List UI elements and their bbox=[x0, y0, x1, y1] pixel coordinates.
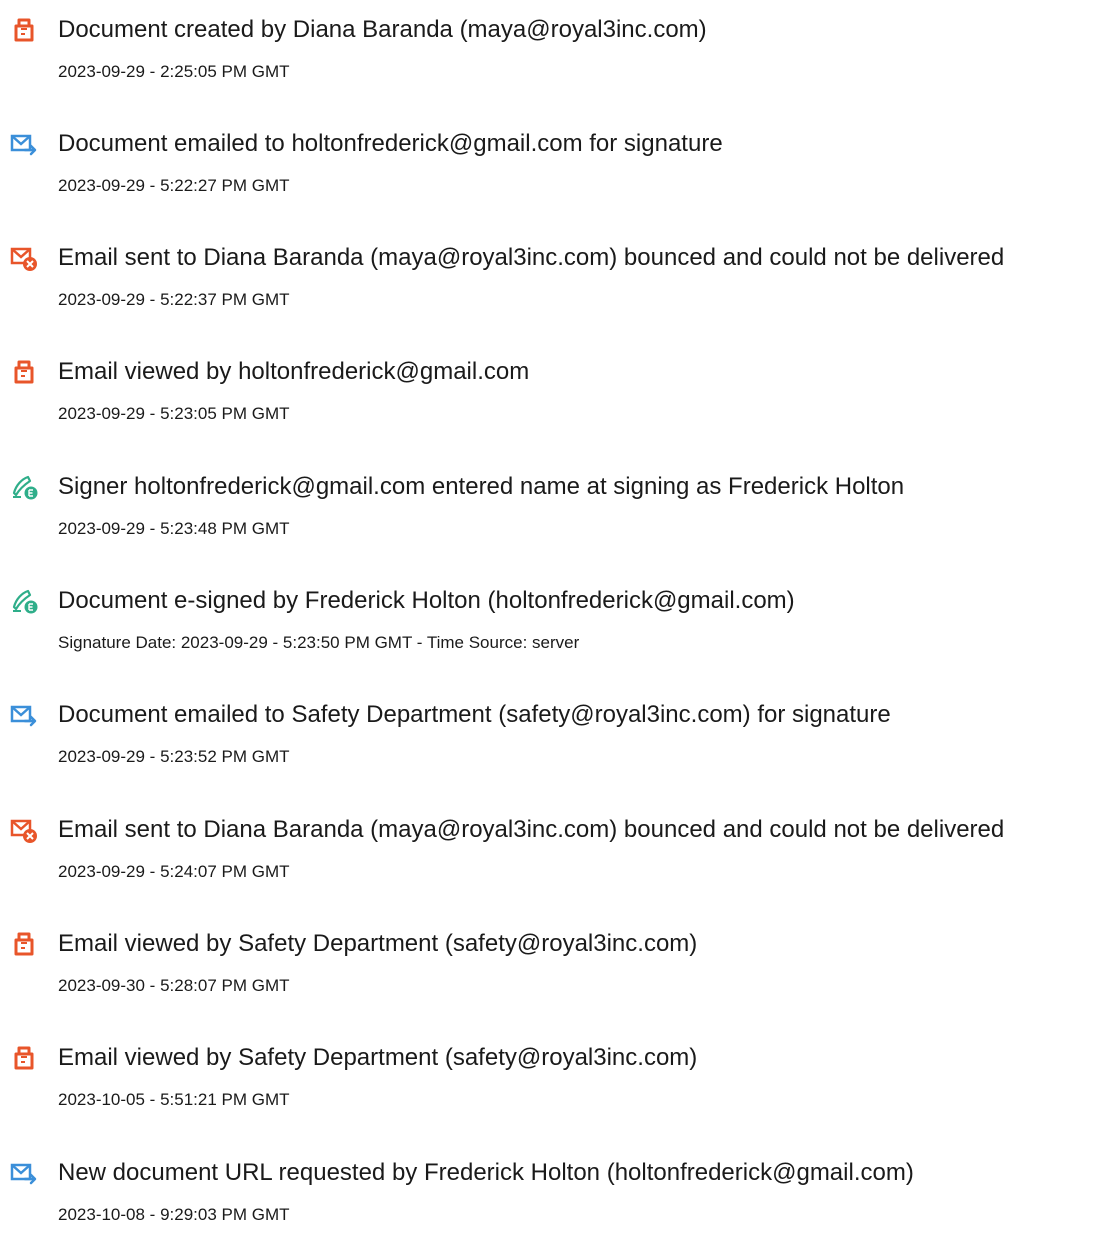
audit-event: Document emailed to holtonfrederick@gmai… bbox=[0, 129, 1109, 229]
email-bounced-icon bbox=[10, 816, 38, 844]
e-sign-icon bbox=[10, 587, 38, 615]
document-icon bbox=[10, 1044, 38, 1072]
event-title: New document URL requested by Frederick … bbox=[58, 1159, 914, 1186]
email-bounced-icon bbox=[10, 244, 38, 272]
email-sent-icon bbox=[10, 1159, 38, 1187]
audit-event: New document URL requested by Frederick … bbox=[0, 1158, 1109, 1258]
event-timestamp: 2023-09-29 - 5:22:37 PM GMT bbox=[58, 290, 290, 309]
audit-event: Email sent to Diana Baranda (maya@royal3… bbox=[0, 243, 1109, 343]
event-timestamp: 2023-09-29 - 5:24:07 PM GMT bbox=[58, 862, 290, 881]
event-title: Email sent to Diana Baranda (maya@royal3… bbox=[58, 244, 1005, 271]
email-sent-icon bbox=[10, 130, 38, 158]
audit-event: Signer holtonfrederick@gmail.com entered… bbox=[0, 472, 1109, 572]
audit-event: Email sent to Diana Baranda (maya@royal3… bbox=[0, 815, 1109, 915]
event-title: Email sent to Diana Baranda (maya@royal3… bbox=[58, 816, 1005, 843]
event-timestamp: 2023-10-08 - 9:29:03 PM GMT bbox=[58, 1205, 290, 1224]
event-title: Document e-signed by Frederick Holton (h… bbox=[58, 587, 795, 614]
document-icon bbox=[10, 930, 38, 958]
event-timestamp: 2023-09-29 - 5:22:27 PM GMT bbox=[58, 176, 290, 195]
document-icon bbox=[10, 16, 38, 44]
event-timestamp: 2023-09-29 - 5:23:48 PM GMT bbox=[58, 519, 290, 538]
e-sign-icon bbox=[10, 473, 38, 501]
audit-event: Document created by Diana Baranda (maya@… bbox=[0, 15, 1109, 115]
event-title: Email viewed by holtonfrederick@gmail.co… bbox=[58, 358, 530, 385]
event-title: Email viewed by Safety Department (safet… bbox=[58, 1044, 698, 1071]
audit-event: Email viewed by holtonfrederick@gmail.co… bbox=[0, 357, 1109, 457]
event-title: Email viewed by Safety Department (safet… bbox=[58, 930, 698, 957]
event-timestamp: 2023-09-29 - 5:23:52 PM GMT bbox=[58, 747, 290, 766]
event-title: Signer holtonfrederick@gmail.com entered… bbox=[58, 473, 905, 500]
event-timestamp: Signature Date: 2023-09-29 - 5:23:50 PM … bbox=[58, 633, 580, 652]
event-timestamp: 2023-09-29 - 2:25:05 PM GMT bbox=[58, 62, 290, 81]
audit-event: Email viewed by Safety Department (safet… bbox=[0, 1043, 1109, 1143]
audit-event: Email viewed by Safety Department (safet… bbox=[0, 929, 1109, 1029]
event-timestamp: 2023-10-05 - 5:51:21 PM GMT bbox=[58, 1090, 290, 1109]
event-title: Document created by Diana Baranda (maya@… bbox=[58, 16, 707, 43]
audit-event: Document emailed to Safety Department (s… bbox=[0, 700, 1109, 800]
event-title: Document emailed to holtonfrederick@gmai… bbox=[58, 130, 723, 157]
document-icon bbox=[10, 358, 38, 386]
event-title: Document emailed to Safety Department (s… bbox=[58, 701, 891, 728]
event-timestamp: 2023-09-29 - 5:23:05 PM GMT bbox=[58, 404, 290, 423]
audit-event: Document e-signed by Frederick Holton (h… bbox=[0, 586, 1109, 686]
event-timestamp: 2023-09-30 - 5:28:07 PM GMT bbox=[58, 976, 290, 995]
email-sent-icon bbox=[10, 701, 38, 729]
